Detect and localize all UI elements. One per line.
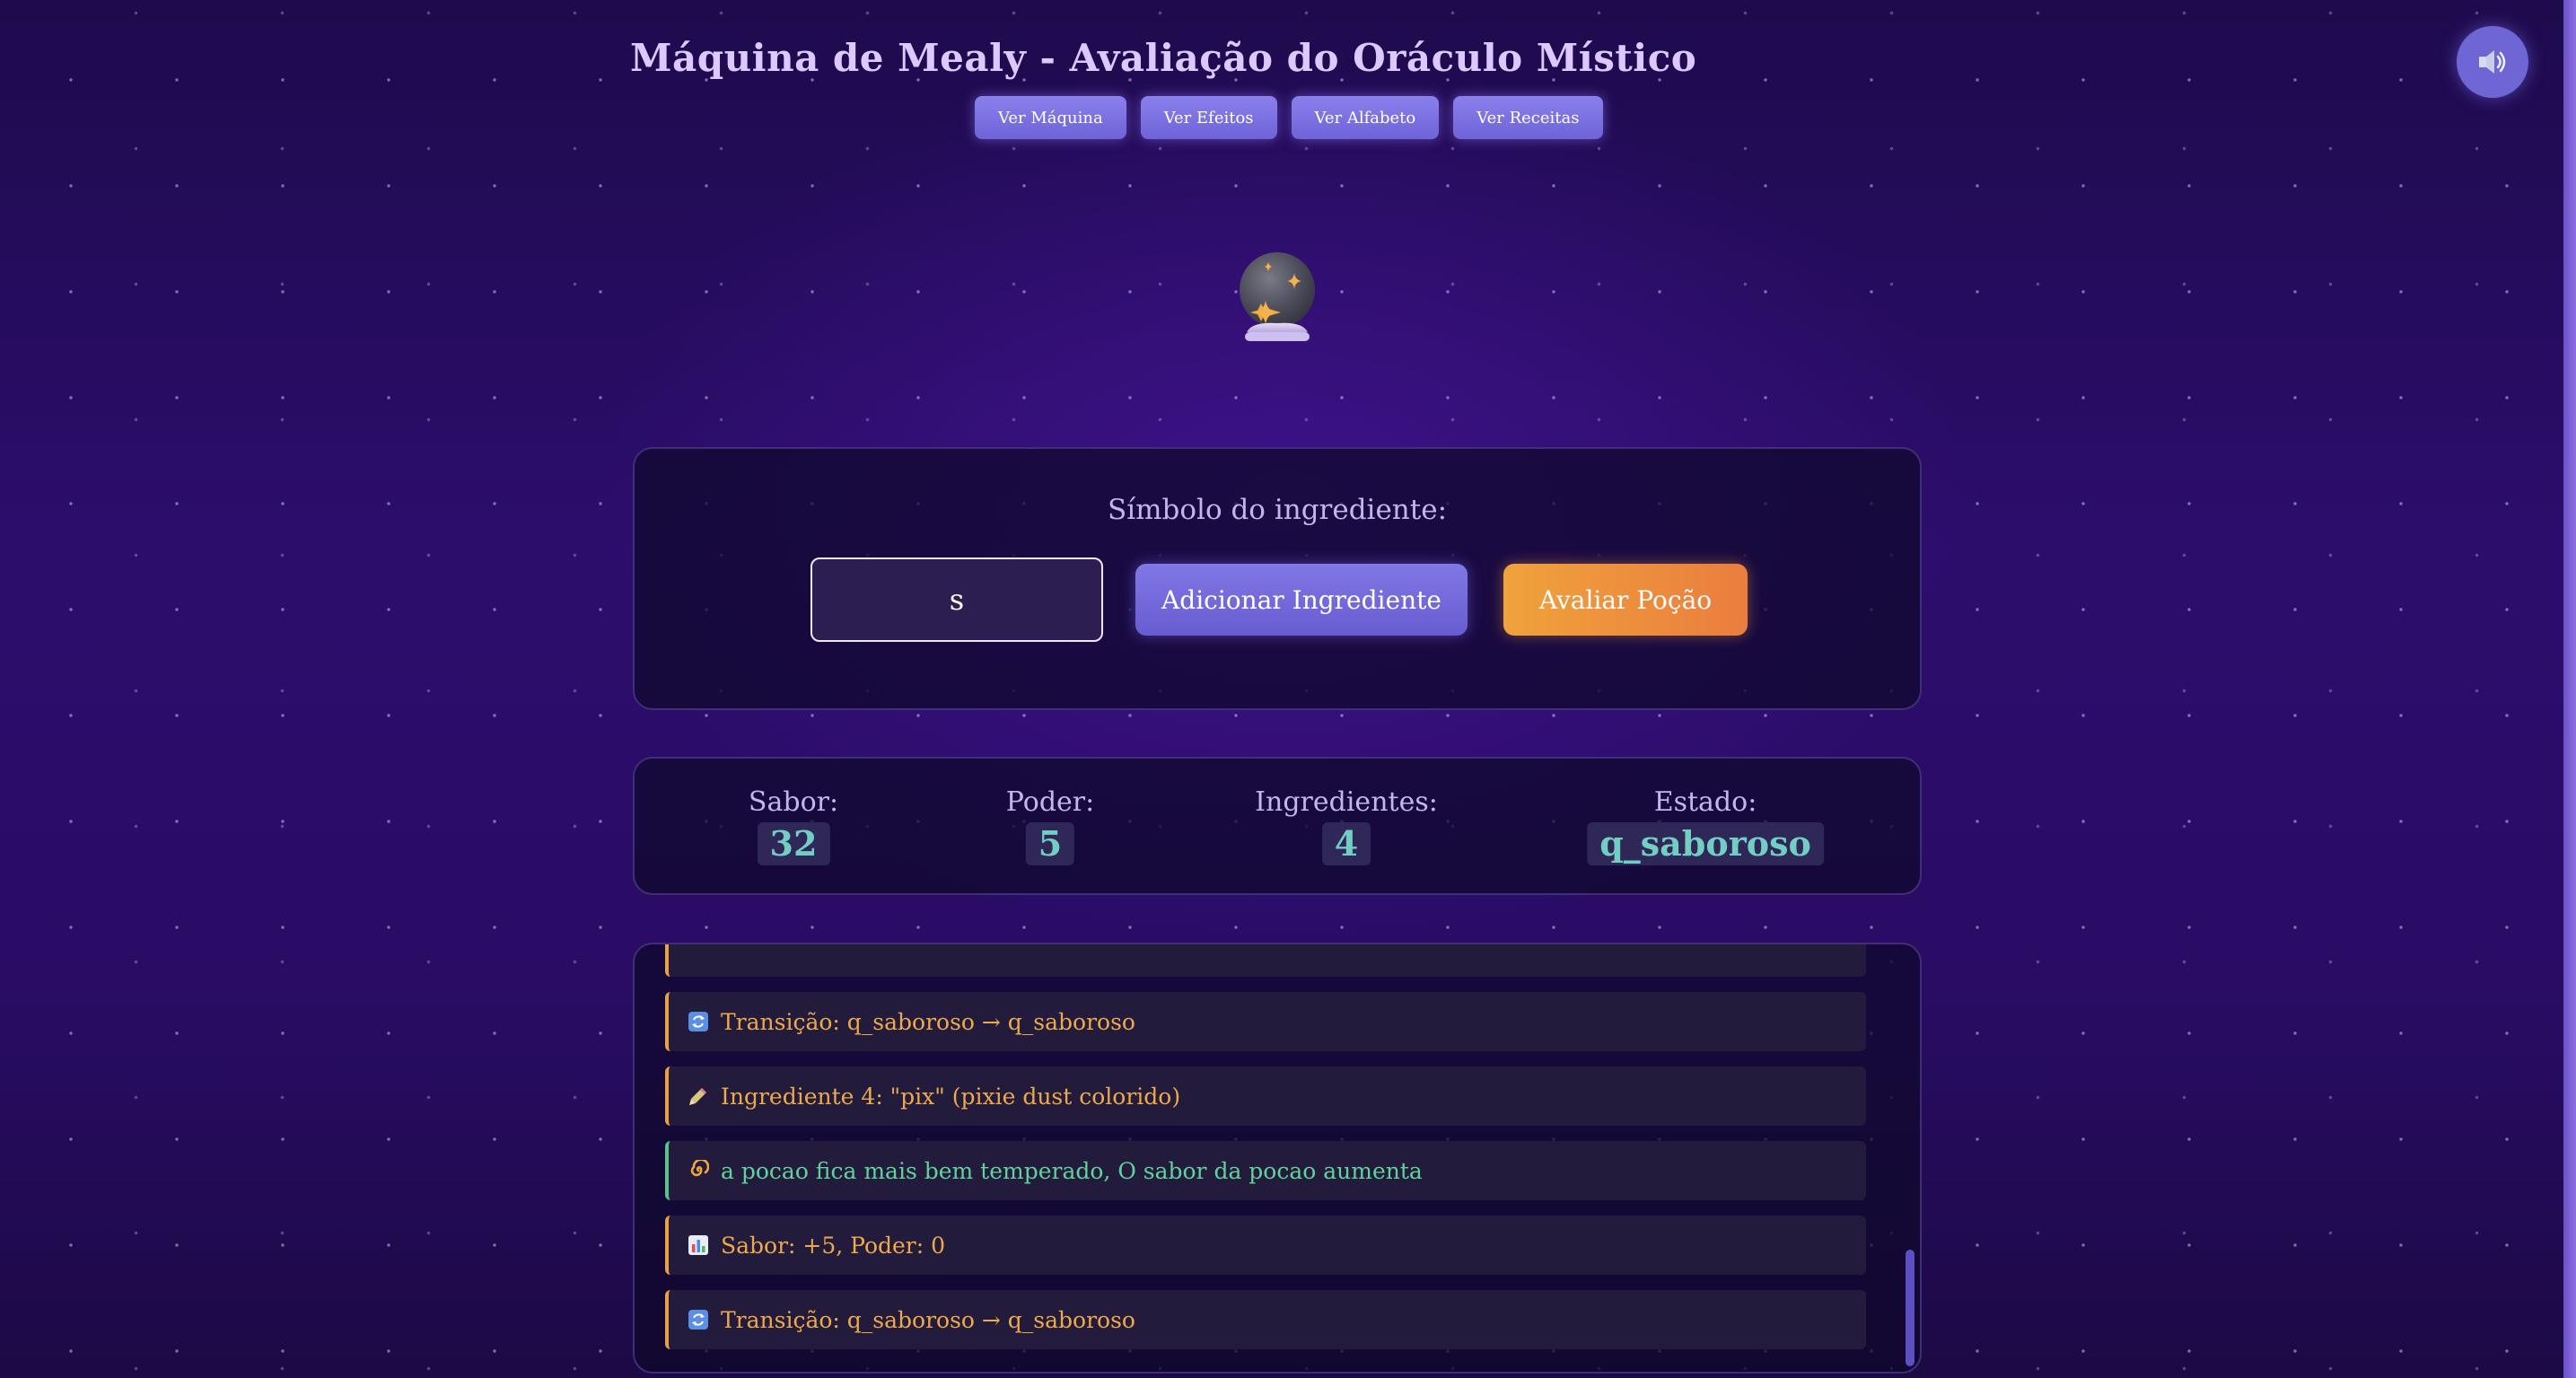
log-entry: Ingrediente 4: "pix" (pixie dust colorid…: [665, 1066, 1866, 1126]
log-entry: a pocao fica mais bem temperado, O sabor…: [665, 1141, 1866, 1200]
evaluate-potion-button[interactable]: Avaliar Poção: [1503, 564, 1748, 636]
view-recipes-button[interactable]: Ver Receitas: [1453, 96, 1603, 139]
ingredient-symbol-label: Símbolo do ingrediente:: [1107, 494, 1448, 526]
stat-ingredients-value: 4: [1321, 822, 1371, 865]
ingredient-symbol-input[interactable]: [810, 557, 1103, 642]
add-ingredient-button[interactable]: Adicionar Ingrediente: [1135, 564, 1468, 636]
view-effects-button[interactable]: Ver Efeitos: [1140, 96, 1277, 139]
swirl-icon: [687, 1159, 710, 1182]
log-entry-text: Ingrediente 4: "pix" (pixie dust colorid…: [721, 1083, 1181, 1110]
ingredient-input-panel: Símbolo do ingrediente: Adicionar Ingred…: [633, 447, 1922, 710]
log-entry: Transição: q_saboroso → q_saboroso: [665, 1290, 1866, 1349]
view-machine-button[interactable]: Ver Máquina: [975, 96, 1126, 139]
stat-power-value: 5: [1025, 822, 1075, 865]
log-entry-text: Sabor: +5, Poder: 0: [721, 1232, 946, 1259]
stat-power: Poder: 5: [1006, 787, 1094, 865]
refresh-icon: [687, 1308, 710, 1331]
refresh-icon: [687, 1010, 710, 1033]
log-entry-text: Transição: q_saboroso → q_saboroso: [721, 1306, 1135, 1333]
page-title: Máquina de Mealy - Avaliação do Oráculo …: [630, 36, 1697, 80]
stat-flavor-label: Sabor:: [748, 786, 839, 818]
page-scrollbar[interactable]: [2563, 0, 2576, 1378]
stat-ingredients-label: Ingredientes:: [1255, 786, 1438, 818]
stat-ingredients: Ingredientes: 4: [1255, 787, 1438, 865]
stat-flavor: Sabor: 32: [749, 787, 838, 865]
stat-state-label: Estado:: [1653, 786, 1757, 818]
event-log-panel[interactable]: Transição: q_saboroso → q_saboroso Ingre…: [633, 943, 1922, 1374]
sound-toggle-button[interactable]: [2457, 26, 2528, 98]
stat-power-label: Poder:: [1005, 786, 1095, 818]
event-log-list: Transição: q_saboroso → q_saboroso Ingre…: [665, 944, 1866, 1365]
stat-state-value: q_saboroso: [1587, 822, 1824, 865]
log-scrollbar[interactable]: [1906, 1250, 1914, 1366]
pencil-icon: [687, 1084, 710, 1108]
stat-flavor-value: 32: [757, 822, 830, 865]
speaker-icon: [2479, 50, 2506, 74]
crystal-ball-icon: [1234, 251, 1320, 345]
log-entry: Transição: q_saboroso → q_saboroso: [665, 992, 1866, 1051]
log-entry-text: Transição: q_saboroso → q_saboroso: [721, 1008, 1135, 1035]
top-nav: Ver Máquina Ver Efeitos Ver Alfabeto Ver…: [975, 96, 1603, 139]
bar-chart-icon: [687, 1233, 710, 1257]
log-entry-text: a pocao fica mais bem temperado, O sabor…: [721, 1157, 1423, 1184]
refresh-icon: [687, 944, 710, 959]
stats-panel: Sabor: 32 Poder: 5 Ingredientes: 4 Estad…: [633, 757, 1922, 895]
log-entry: Sabor: +5, Poder: 0: [665, 1216, 1866, 1275]
stat-state: Estado: q_saboroso: [1587, 787, 1824, 865]
log-entry: [665, 944, 1866, 977]
view-alphabet-button[interactable]: Ver Alfabeto: [1291, 96, 1440, 139]
